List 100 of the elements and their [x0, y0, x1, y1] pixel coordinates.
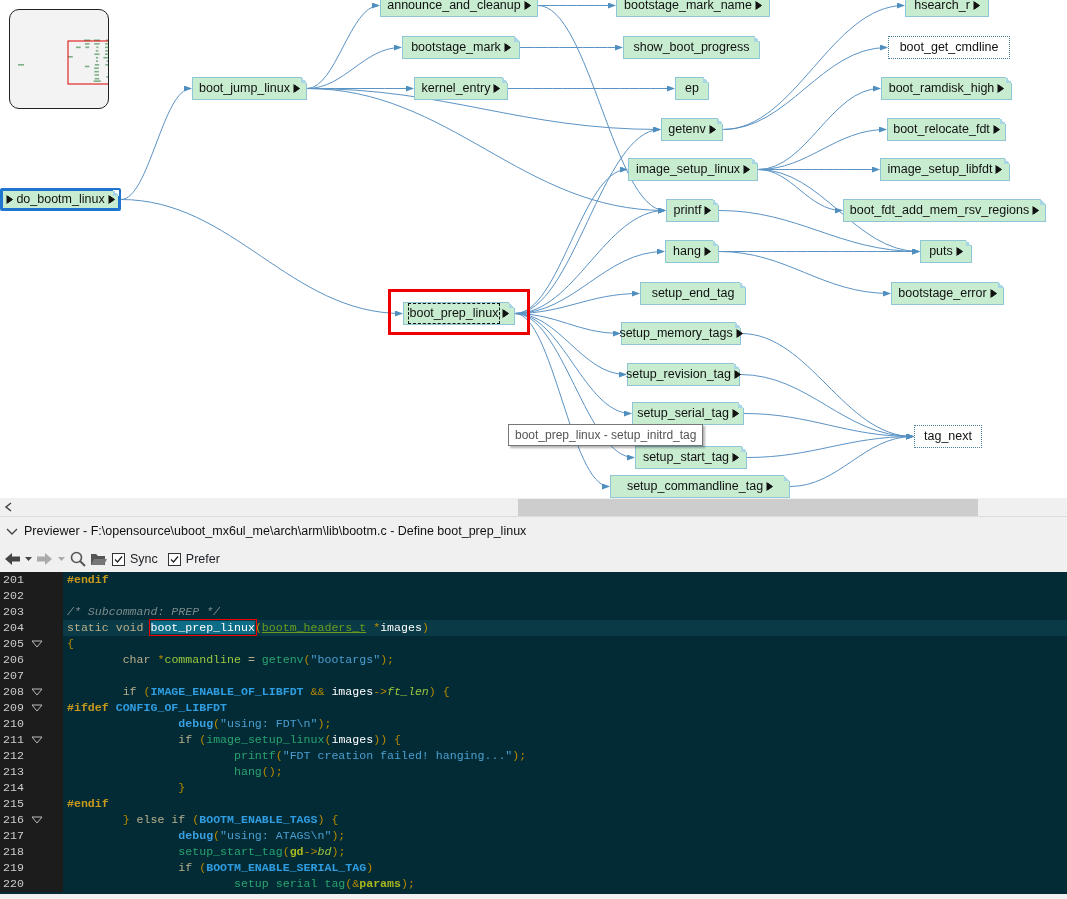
line-number: 211	[3, 732, 25, 748]
line-number: 207	[3, 668, 25, 684]
function-node[interactable]: printf	[666, 199, 719, 222]
scrollbar-thumb[interactable]	[518, 498, 978, 516]
expand-icon[interactable]	[703, 247, 711, 256]
code-line: }	[177, 780, 187, 796]
line-number: 204	[3, 620, 25, 636]
code-line: char *commandline = getenv("bootargs");	[121, 652, 396, 668]
function-node[interactable]: kernel_entry	[414, 77, 508, 100]
function-node[interactable]: puts	[920, 240, 972, 263]
expand-icon[interactable]	[735, 329, 743, 338]
fold-toggle-icon[interactable]	[31, 704, 43, 712]
function-node[interactable]: image_setup_libfdt	[880, 158, 1010, 181]
line-number: 215	[3, 796, 25, 812]
expand-icon[interactable]	[107, 195, 115, 204]
fold-toggle-icon[interactable]	[31, 688, 43, 696]
code-line: printf("FDT creation failed! hanging...");	[232, 748, 528, 764]
expand-icon[interactable]	[992, 125, 1000, 134]
function-node[interactable]: boot_ramdisk_high	[881, 77, 1012, 100]
expand-icon[interactable]	[493, 84, 501, 93]
back-arrow-icon[interactable]	[4, 551, 20, 567]
function-node[interactable]: setup_serial_tag	[632, 402, 744, 425]
code-line: #endif	[66, 796, 110, 812]
expand-icon[interactable]	[6, 195, 14, 204]
function-node[interactable]: hang	[665, 240, 719, 263]
expand-icon[interactable]	[704, 206, 712, 215]
function-node[interactable]: tag_next	[914, 425, 982, 448]
function-node[interactable]: setup_memory_tags	[621, 322, 741, 345]
line-number: 205	[3, 636, 25, 652]
function-node[interactable]: boot_prep_linux	[403, 302, 515, 325]
function-node[interactable]: setup_start_tag	[635, 446, 747, 469]
function-node[interactable]: boot_get_cmdline	[888, 36, 1010, 59]
function-node[interactable]: setup_revision_tag	[627, 363, 740, 386]
expand-icon[interactable]	[731, 409, 739, 418]
expand-icon[interactable]	[995, 165, 1003, 174]
line-number: 214	[3, 780, 25, 796]
checkbox-label[interactable]: Prefer	[185, 549, 220, 569]
line-number: 202	[3, 588, 25, 604]
fold-toggle-icon[interactable]	[31, 640, 43, 648]
expand-icon[interactable]	[523, 1, 531, 10]
function-node[interactable]: boot_fdt_add_mem_rsv_regions	[843, 199, 1046, 222]
line-number: 203	[3, 604, 25, 620]
collapse-chevron-icon[interactable]	[6, 526, 18, 537]
edge-tooltip: boot_prep_linux - setup_initrd_tag	[508, 424, 704, 446]
checkbox-label[interactable]: Sync	[130, 549, 158, 569]
function-node[interactable]: setup_commandline_tag	[610, 475, 790, 498]
previewer-title: Previewer - F:\opensource\uboot_mx6ul_me\arch\arm\lib\bootm.c - Define boot_prep_linux	[24, 523, 527, 541]
line-number: 212	[3, 748, 25, 764]
expand-icon[interactable]	[1032, 206, 1040, 215]
expand-icon[interactable]	[708, 125, 716, 134]
line-number: 206	[3, 652, 25, 668]
function-node[interactable]: setup_end_tag	[640, 282, 746, 305]
line-number: 208	[3, 684, 25, 700]
line-number: 213	[3, 764, 25, 780]
function-node[interactable]: boot_relocate_fdt	[887, 118, 1006, 141]
line-number: 220	[3, 876, 25, 892]
function-node[interactable]: do_bootm_linux	[0, 188, 121, 211]
code-line: {	[66, 636, 75, 652]
code-line: setup serial tag(&params);	[232, 876, 416, 892]
code-line: } else if (BOOTM_ENABLE_TAGS) {	[121, 812, 340, 828]
line-number: 217	[3, 828, 25, 844]
option-checkbox[interactable]	[167, 552, 181, 566]
expand-icon[interactable]	[733, 370, 741, 379]
line-number: 218	[3, 844, 25, 860]
code-line: #ifdef CONFIG_OF_LIBFDT	[66, 700, 229, 716]
function-node[interactable]: ep	[675, 77, 709, 100]
code-line: if (IMAGE_ENABLE_OF_LIBFDT && images->ft_len) {	[121, 684, 451, 700]
expand-icon[interactable]	[972, 1, 980, 10]
line-number: 219	[3, 860, 25, 876]
function-node[interactable]: show_boot_progress	[623, 36, 760, 59]
function-node[interactable]: boot_jump_linux	[192, 77, 307, 100]
expand-icon[interactable]	[989, 289, 997, 298]
code-line: debug("using: FDT\n");	[177, 716, 333, 732]
code-line: if (image_setup_linux(images)) {	[177, 732, 402, 748]
expand-icon[interactable]	[754, 1, 762, 10]
option-checkbox[interactable]	[112, 552, 125, 566]
line-number: 209	[3, 700, 25, 716]
expand-icon[interactable]	[503, 43, 511, 52]
folder-icon[interactable]	[90, 551, 108, 567]
line-number: 201	[3, 572, 25, 588]
expand-icon[interactable]	[997, 84, 1005, 93]
expand-icon[interactable]	[293, 84, 301, 93]
expand-icon[interactable]	[502, 309, 510, 318]
code-line: #endif	[66, 572, 110, 588]
minimap-drawing[interactable]	[9, 9, 109, 109]
function-node[interactable]: bootstage_error	[891, 282, 1004, 305]
function-node[interactable]: bootstage_mark	[402, 36, 520, 59]
line-number: 216	[3, 812, 25, 828]
code-line: /* Subcommand: PREP */	[66, 604, 222, 620]
function-node[interactable]: getenv	[661, 118, 723, 141]
code-line: setup_start_tag(gd->bd);	[177, 844, 347, 860]
expand-icon[interactable]	[732, 453, 740, 462]
expand-icon[interactable]	[743, 165, 751, 174]
expand-icon[interactable]	[766, 482, 774, 491]
function-node[interactable]: image_setup_linux	[628, 158, 758, 181]
fold-toggle-icon[interactable]	[31, 736, 43, 744]
expand-icon[interactable]	[955, 247, 963, 256]
search-icon[interactable]	[70, 551, 86, 567]
code-line: debug("using: ATAGS\n");	[177, 828, 347, 844]
fold-toggle-icon[interactable]	[31, 816, 43, 824]
